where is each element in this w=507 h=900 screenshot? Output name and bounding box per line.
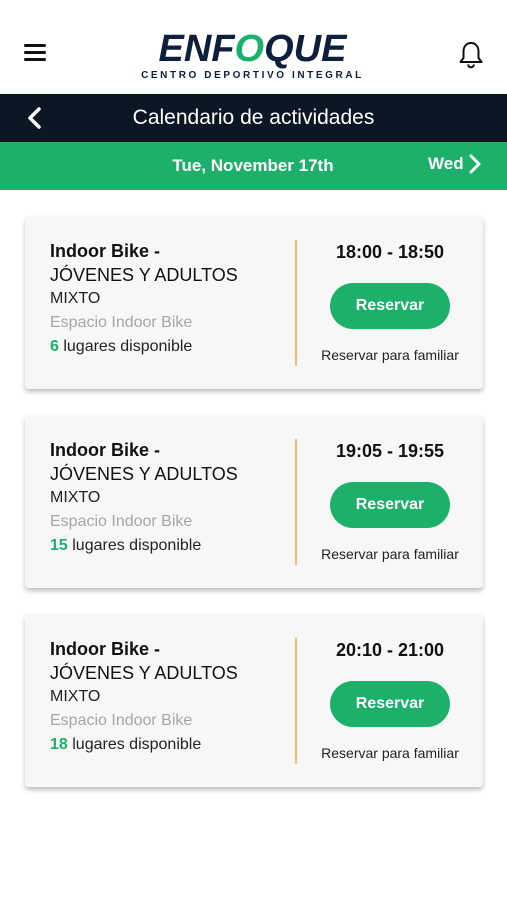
enfoque-logo: ENFOQUE CENTRO DEPORTIVO INTEGRAL [140,30,365,84]
activity-card: Indoor Bike - JÓVENES Y ADULTOS MIXTO Es… [25,415,483,588]
logo-subtitle: CENTRO DEPORTIVO INTEGRAL [141,70,364,81]
activity-name: Indoor Bike - [50,639,161,659]
card-divider [295,240,297,366]
spots-count: 15 [50,537,68,554]
app-header: ENFOQUE CENTRO DEPORTIVO INTEGRAL [0,0,507,94]
activity-mode: MIXTO [50,290,101,307]
card-divider [295,638,297,764]
activity-group: JÓVENES Y ADULTOS [50,663,238,683]
activity-space: Espacio Indoor Bike [50,314,193,331]
activity-name: Indoor Bike - [50,241,161,261]
spots-label: lugares disponible [67,537,202,554]
notification-bell-icon[interactable] [457,40,485,70]
activity-info: Indoor Bike - JÓVENES Y ADULTOS MIXTO Es… [50,439,290,558]
activity-booking: 20:10 - 21:00 Reservar Reservar para fam… [307,638,473,761]
reserve-for-family-link[interactable]: Reservar para familiar [307,347,473,363]
current-date: Tue, November 17th [172,156,334,175]
activity-card: Indoor Bike - JÓVENES Y ADULTOS MIXTO Es… [25,216,483,389]
activity-group: JÓVENES Y ADULTOS [50,464,238,484]
reserve-for-family-link[interactable]: Reservar para familiar [307,546,473,562]
title-bar: Calendario de actividades [0,94,507,142]
available-spots: 18 lugares disponible [50,733,290,757]
available-spots: 6 lugares disponible [50,335,290,359]
available-spots: 15 lugares disponible [50,534,290,558]
activity-info: Indoor Bike - JÓVENES Y ADULTOS MIXTO Es… [50,240,290,359]
activity-space: Espacio Indoor Bike [50,712,193,729]
page-title: Calendario de actividades [132,106,375,129]
logo-wordmark: ENFOQUE [158,28,347,70]
card-divider [295,439,297,565]
chevron-right-icon [469,154,481,174]
activity-time: 19:05 - 19:55 [335,441,445,461]
activity-group: JÓVENES Y ADULTOS [50,265,238,285]
spots-label: lugares disponible [67,736,202,753]
next-day-button[interactable]: Wed [428,154,482,174]
activity-time: 20:10 - 21:00 [335,640,445,660]
reserve-button[interactable]: Reservar [330,283,450,329]
activity-booking: 18:00 - 18:50 Reservar Reservar para fam… [307,240,473,363]
activity-booking: 19:05 - 19:55 Reservar Reservar para fam… [307,439,473,562]
spots-count: 18 [50,736,68,753]
activity-card: Indoor Bike - JÓVENES Y ADULTOS MIXTO Es… [25,614,483,787]
spots-label: lugares disponible [58,338,193,355]
spots-count: 6 [50,338,59,355]
reserve-for-family-link[interactable]: Reservar para familiar [307,745,473,761]
activity-name: Indoor Bike - [50,440,161,460]
hamburger-menu-icon[interactable] [24,44,46,62]
activity-space: Espacio Indoor Bike [50,513,193,530]
activity-info: Indoor Bike - JÓVENES Y ADULTOS MIXTO Es… [50,638,290,757]
reserve-button[interactable]: Reservar [330,681,450,727]
date-navigation-bar: Tue, November 17th Wed [0,142,507,190]
activity-mode: MIXTO [50,489,101,506]
activity-time: 18:00 - 18:50 [335,242,445,262]
next-day-label: Wed [428,154,464,173]
activity-mode: MIXTO [50,688,101,705]
reserve-button[interactable]: Reservar [330,482,450,528]
